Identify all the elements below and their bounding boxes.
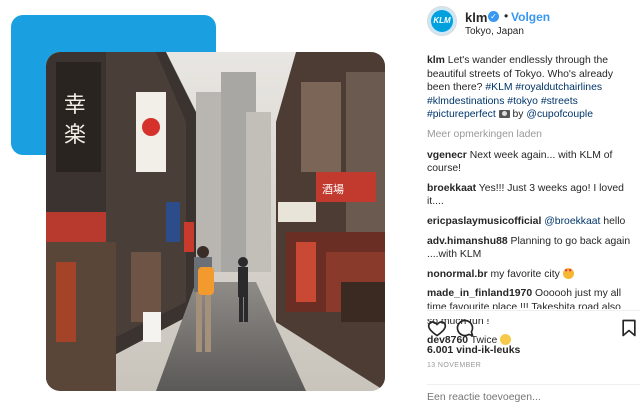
svg-text:幸: 幸 <box>64 93 86 118</box>
hashtag[interactable]: #tokyo <box>507 96 538 107</box>
comment-button[interactable] <box>455 318 475 338</box>
divider <box>427 310 640 311</box>
heart-icon <box>427 321 447 337</box>
post-date: 13 NOVEMBER <box>427 362 482 369</box>
comment-username[interactable]: made_in_finland1970 <box>427 288 532 299</box>
avatar-logo: KLM <box>431 10 453 32</box>
follow-button[interactable]: Volgen <box>511 10 550 24</box>
comment-item: nonormal.br my favorite city <box>427 267 632 282</box>
caption-username[interactable]: klm <box>427 55 445 66</box>
heart-eyes-emoji-icon <box>562 267 574 279</box>
svg-text:楽: 楽 <box>64 123 86 148</box>
hashtag[interactable]: #royaldutchairlines <box>515 82 602 93</box>
bookmark-icon <box>622 319 636 337</box>
comment-username[interactable]: ericpaslaymusicofficial <box>427 216 541 227</box>
action-bar <box>427 318 640 340</box>
load-more-comments[interactable]: Meer opmerkingen laden <box>427 128 632 142</box>
comment-item: vgenecr Next week again... with KLM of c… <box>427 149 632 176</box>
add-comment-input[interactable] <box>427 391 627 403</box>
divider <box>427 384 640 385</box>
post-header: KLM klm ✓ • Volgen Tokyo, Japan <box>427 4 640 38</box>
comment-text: my favorite city <box>490 268 560 280</box>
avatar[interactable]: KLM <box>427 6 457 36</box>
post-photo[interactable]: 幸 楽 酒場 <box>46 52 385 391</box>
post-panel: KLM klm ✓ • Volgen Tokyo, Japan klm Let'… <box>427 0 640 412</box>
verified-badge-icon: ✓ <box>488 11 499 22</box>
likes-count[interactable]: 6.001 vind-ik-leuks <box>427 344 520 356</box>
camera-emoji-icon <box>498 110 510 119</box>
comment-text: hello <box>603 215 626 227</box>
separator-dot: • <box>504 9 509 23</box>
hashtag[interactable]: #KLM <box>485 82 512 93</box>
comment-username[interactable]: nonormal.br <box>427 269 488 280</box>
mention-link[interactable]: @broekkaat <box>544 216 600 227</box>
comment-item: ericpaslaymusicofficial @broekkaat hello <box>427 215 632 229</box>
like-button[interactable] <box>427 318 447 338</box>
username[interactable]: klm <box>465 10 487 25</box>
tokyo-street-photo: 幸 楽 酒場 <box>46 52 385 391</box>
comment-item: broekkaat Yes!!! Just 3 weeks ago! I lov… <box>427 182 632 209</box>
comment-username[interactable]: vgenecr <box>427 150 467 161</box>
location-link[interactable]: Tokyo, Japan <box>465 26 524 37</box>
hashtag[interactable]: #pictureperfect <box>427 109 496 120</box>
caption: klm Let's wander endlessly through the b… <box>427 54 632 122</box>
comment-item: adv.himanshu88 Planning to go back again… <box>427 235 632 262</box>
comment-icon <box>456 319 474 337</box>
hashtag[interactable]: #klmdestinations <box>427 96 504 107</box>
save-button[interactable] <box>619 318 639 338</box>
hashtag[interactable]: #streets <box>541 96 578 107</box>
comment-username[interactable]: adv.himanshu88 <box>427 236 508 247</box>
caption-by: by <box>512 109 524 121</box>
svg-text:酒場: 酒場 <box>322 183 344 196</box>
mention-link[interactable]: @cupofcouple <box>526 109 593 120</box>
comment-username[interactable]: broekkaat <box>427 183 476 194</box>
